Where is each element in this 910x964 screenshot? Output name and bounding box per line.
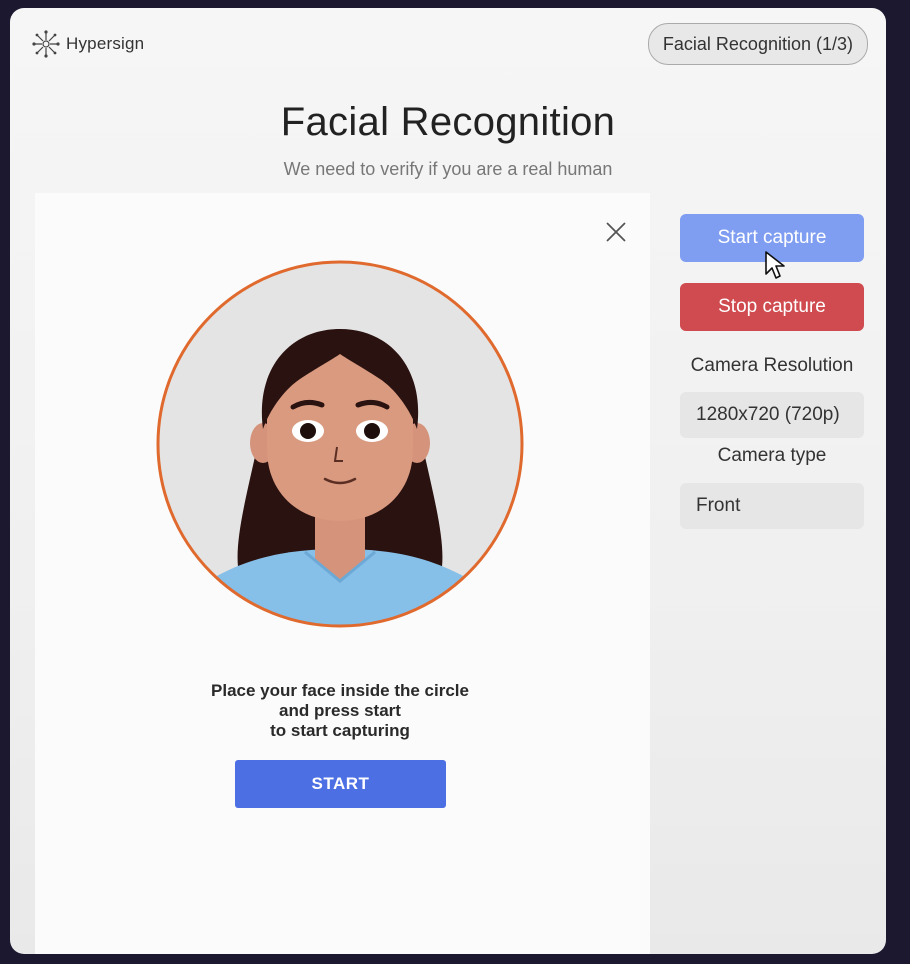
app-window: Hypersign Facial Recognition (1/3) Facia… [10,8,886,954]
instruction-line-1: Place your face inside the circle [211,681,469,700]
instruction-text: Place your face inside the circle and pr… [35,681,645,741]
hypersign-logo-icon [32,30,60,58]
stop-capture-button[interactable]: Stop capture [680,283,864,331]
page-subtitle: We need to verify if you are a real huma… [283,159,613,179]
close-button[interactable] [603,219,629,245]
page-title: Facial Recognition [280,100,616,144]
close-icon [606,222,626,242]
capture-card: Place your face inside the circle and pr… [35,193,650,954]
step-indicator-badge: Facial Recognition (1/3) [647,23,868,65]
camera-type-select[interactable]: Front [680,483,864,529]
camera-type-label: Camera type [717,445,827,466]
instruction-line-3: to start capturing [270,721,410,740]
camera-resolution-label: Camera Resolution [690,355,854,376]
start-button[interactable]: START [235,760,446,808]
camera-resolution-select[interactable]: 1280x720 (720p) [680,392,864,438]
logo-text: Hypersign [66,34,145,53]
woman-avatar-icon [156,260,524,628]
face-guide-circle [155,259,525,629]
hypersign-logo: Hypersign [30,28,144,60]
instruction-line-2: and press start [279,701,401,720]
start-capture-button[interactable]: Start capture [680,214,864,262]
